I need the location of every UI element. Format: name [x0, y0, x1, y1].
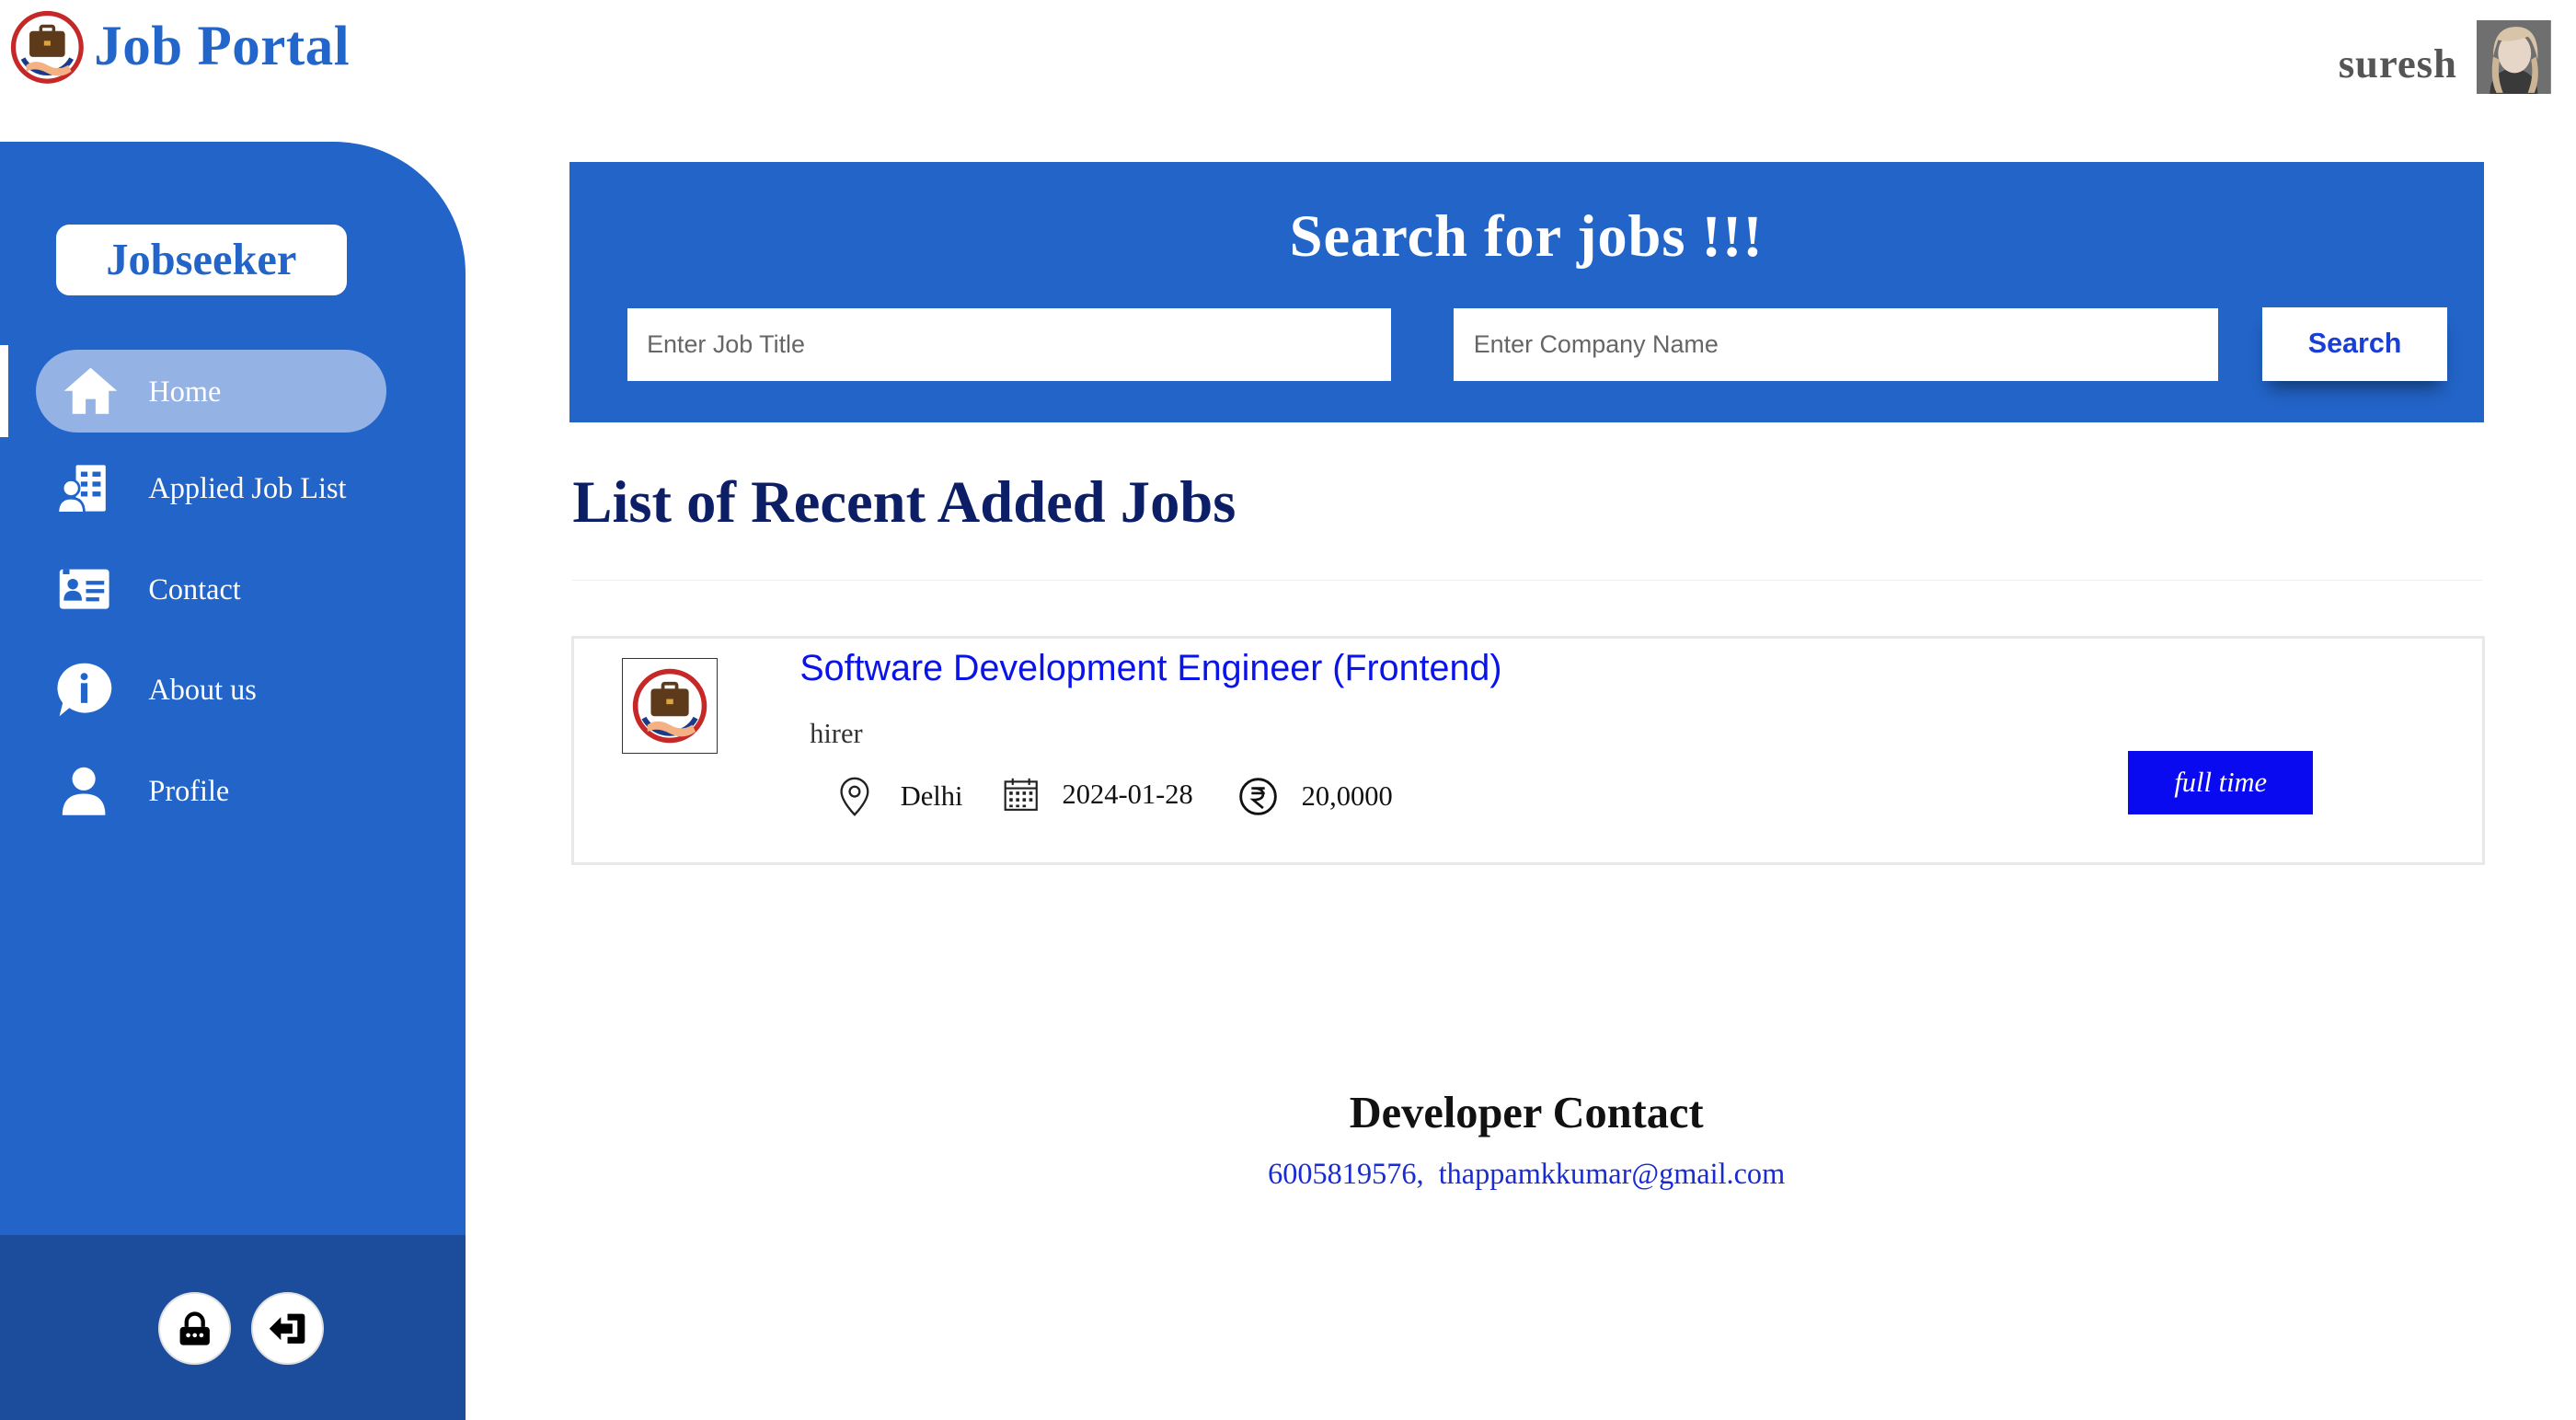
logout-button[interactable] [250, 1292, 324, 1366]
lock-icon [179, 1311, 210, 1345]
company-logo [621, 658, 718, 755]
job-title-link[interactable]: Software Development Engineer (Frontend) [799, 648, 1501, 689]
job-date: 2024-01-28 [1003, 777, 1193, 813]
sidebar-item-contact[interactable]: Contact [36, 548, 385, 631]
sidebar-item-label: Contact [148, 571, 241, 606]
job-salary-text: 20,0000 [1301, 780, 1393, 813]
role-badge: Jobseeker [55, 224, 347, 296]
rupee-icon [1238, 777, 1278, 816]
phone-link[interactable]: 6005819576 [1268, 1157, 1416, 1190]
active-indicator [0, 344, 8, 438]
sidebar-item-applied-job-list[interactable]: Applied Job List [36, 447, 385, 530]
search-heading: Search for jobs !!! [1289, 202, 1764, 269]
job-location: Delhi [838, 777, 963, 817]
contact-card-icon [56, 561, 112, 618]
sidebar-item-label: Applied Job List [148, 471, 347, 505]
search-button[interactable]: Search [2262, 306, 2448, 382]
sidebar-item-home[interactable]: Home [36, 350, 386, 433]
job-card[interactable]: Software Development Engineer (Frontend)… [570, 635, 2486, 865]
location-pin-icon [838, 777, 871, 817]
company-name-input[interactable] [1454, 308, 2218, 382]
user-icon [56, 763, 112, 819]
job-date-text: 2024-01-28 [1062, 779, 1193, 811]
job-type-badge: full time [2128, 750, 2314, 815]
job-location-text: Delhi [900, 780, 963, 813]
sidebar-item-about-us[interactable]: About us [36, 649, 385, 732]
app-title: Job Portal [94, 16, 351, 78]
job-salary: 20,0000 [1238, 777, 1393, 816]
job-title-input[interactable] [627, 308, 1392, 382]
recent-jobs-heading: List of Recent Added Jobs [572, 468, 1236, 535]
info-icon [56, 662, 112, 718]
logout-icon [269, 1313, 305, 1345]
email-link[interactable]: thappamkkumar@gmail.com [1439, 1157, 1785, 1190]
user-menu[interactable]: suresh [2338, 19, 2552, 95]
sidebar-item-profile[interactable]: Profile [36, 749, 385, 832]
brand[interactable]: Job Portal [10, 10, 350, 85]
briefcase-handshake-logo [10, 10, 84, 84]
developer-contact: 6005819576, thappamkkumar@gmail.com [1156, 1157, 1898, 1191]
developer-contact-heading: Developer Contact [1349, 1089, 1704, 1138]
job-company: hirer [810, 717, 863, 749]
sidebar-footer [0, 1234, 466, 1420]
sidebar-item-label: Home [148, 374, 222, 408]
user-name: suresh [2338, 40, 2457, 87]
lock-button[interactable] [158, 1292, 232, 1366]
home-icon [63, 364, 119, 420]
sidebar: Jobseeker Home Applied Job List Contact … [0, 142, 466, 1420]
contact-separator: , [1416, 1157, 1424, 1191]
sidebar-item-label: Profile [148, 773, 230, 807]
calendar-icon [1003, 777, 1039, 813]
user-avatar-photo[interactable] [2477, 19, 2552, 95]
briefcase-handshake-logo [632, 668, 707, 744]
applied-list-icon [56, 460, 112, 516]
sidebar-item-label: About us [148, 673, 257, 707]
search-panel: Search for jobs !!! Search [569, 161, 2484, 423]
divider [572, 579, 2482, 582]
